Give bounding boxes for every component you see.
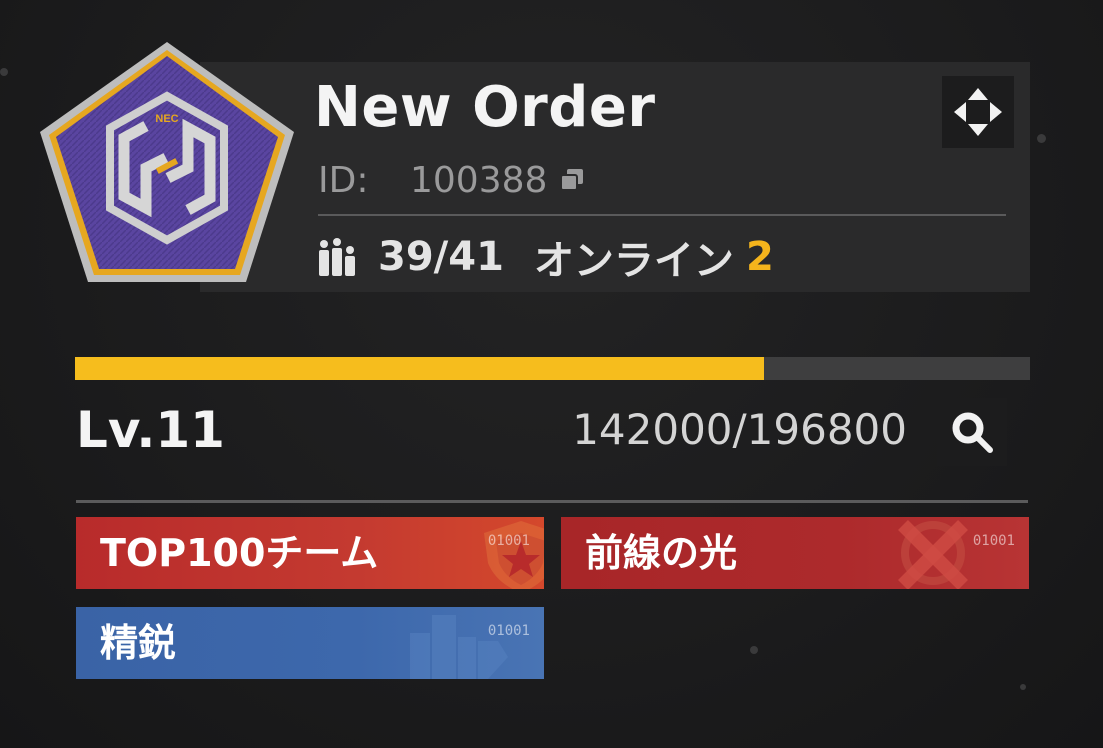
tag-label: 前線の光: [585, 531, 738, 575]
member-count: 39/41: [378, 234, 504, 280]
members-row: 39/41 オンライン 2: [316, 232, 774, 284]
team-info-panel: NEC New Order ID: 100388 39/41 オンライン 2 L…: [0, 0, 1103, 748]
background-speck: [750, 646, 758, 654]
header-divider: [318, 214, 1006, 216]
magnifier-icon: [952, 412, 993, 453]
tag-label: TOP100チーム: [100, 531, 379, 575]
level-detail-button[interactable]: [937, 398, 1007, 466]
tag-code: 01001: [487, 623, 530, 639]
tag-code: 01001: [487, 533, 530, 549]
city-buildings-icon: [410, 615, 508, 679]
exp-text: 142000/196800: [572, 405, 907, 454]
background-speck: [0, 68, 8, 76]
svg-text:NEC: NEC: [155, 113, 178, 125]
online-count: 2: [745, 234, 774, 280]
tag-code: 01001: [972, 533, 1015, 549]
team-emblem: NEC: [40, 42, 294, 282]
team-name: New Order: [314, 75, 656, 140]
tag-elite[interactable]: 精鋭 01001: [76, 607, 544, 679]
background-speck: [1020, 684, 1026, 690]
team-id-label: ID:: [318, 159, 369, 201]
exp-progress-fill: [75, 357, 765, 380]
team-settings-button[interactable]: [942, 76, 1014, 148]
shield-star-icon: [484, 521, 544, 589]
crossed-swords-icon: [898, 520, 968, 589]
tag-top100[interactable]: TOP100チーム 01001: [76, 517, 544, 589]
section-divider: [76, 500, 1028, 503]
team-id-value: 100388: [410, 159, 548, 201]
exp-progress-bar: [75, 357, 1030, 380]
team-level: Lv.11: [76, 401, 225, 459]
copy-icon[interactable]: [559, 167, 585, 193]
members-icon: [319, 238, 355, 276]
online-label: オンライン: [533, 238, 734, 284]
background-speck: [1037, 134, 1046, 143]
tag-label: 精鋭: [100, 621, 177, 665]
tag-front-line-light[interactable]: 前線の光 01001: [561, 517, 1029, 589]
team-id-row: ID: 100388: [318, 158, 585, 202]
crosshair-diamond-icon: [954, 88, 1002, 136]
